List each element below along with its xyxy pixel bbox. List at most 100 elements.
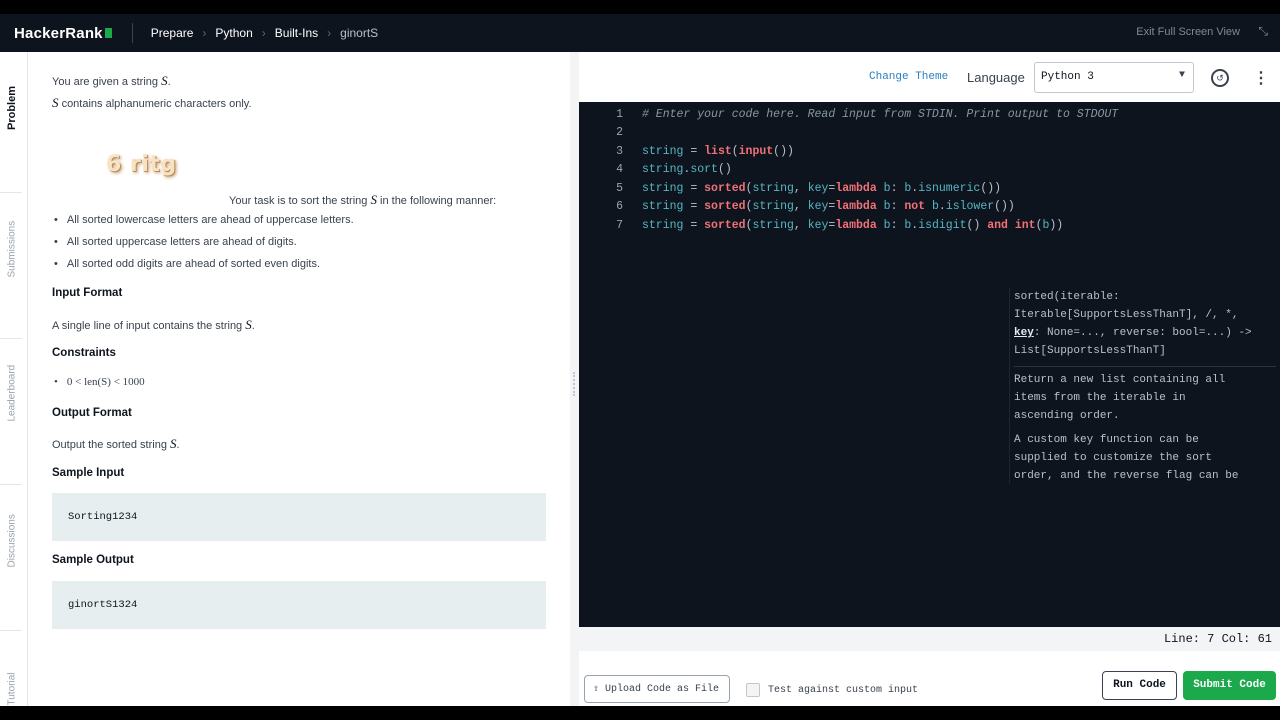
breadcrumb-python[interactable]: Python (215, 26, 252, 40)
intro-line-2: S contains alphanumeric characters only. (52, 95, 252, 111)
language-label: Language (967, 70, 1025, 85)
run-code-button[interactable]: Run Code (1102, 671, 1177, 700)
tooltip-signature-rest: : None=..., reverse: bool=...) -> (1033, 327, 1252, 339)
tooltip-doc-line: items from the iterable in (1014, 392, 1186, 404)
logo[interactable]: HackerRank (14, 25, 112, 42)
breadcrumb-builtins[interactable]: Built-Ins (275, 26, 318, 40)
code-line: 7 string = sorted(string, key=lambda b: b… (579, 219, 1280, 237)
chevron-right-icon: › (261, 26, 266, 40)
custom-input-label[interactable]: Test against custom input (768, 685, 918, 696)
line-number: 6 (616, 200, 623, 213)
editor-toolbar: Change Theme Language Python 3 ▼ ↺ ⋮ (579, 52, 1280, 102)
line-number: 2 (616, 126, 623, 139)
tooltip-doc-line: A custom key function can be (1014, 434, 1199, 446)
drag-handle-icon[interactable] (573, 372, 575, 396)
line-number: 1 (616, 108, 623, 121)
pane-splitter[interactable] (570, 52, 579, 720)
exit-full-screen-link[interactable]: Exit Full Screen View (1136, 26, 1240, 38)
tooltip-signature-line: key: None=..., reverse: bool=...) -> (1014, 324, 1276, 342)
intro-text: contains alphanumeric characters only. (61, 98, 252, 110)
chevron-down-icon: ▼ (1178, 70, 1185, 81)
intro-text: You are given a string (52, 76, 158, 88)
tooltip-signature-line: List[SupportsLessThanT] (1014, 345, 1166, 357)
code-text: string = sorted(string, key=lambda b: b.… (642, 219, 1064, 232)
top-bar-black (0, 0, 1280, 14)
sample-output-heading: Sample Output (52, 554, 134, 566)
tab-submissions[interactable]: Submissions (7, 221, 18, 278)
more-options-icon[interactable]: ⋮ (1253, 68, 1269, 88)
rule-item: All sorted lowercase letters are ahead o… (54, 214, 354, 226)
input-format-text: A single line of input contains the stri… (52, 317, 255, 332)
output-format-desc: Output the sorted string (52, 439, 167, 451)
logo-mark (104, 28, 112, 38)
change-theme-button[interactable]: Change Theme (869, 71, 948, 83)
breadcrumb-current: ginortS (340, 26, 379, 40)
code-editor[interactable]: 1 # Enter your code here. Read input from… (579, 102, 1280, 677)
submit-code-button[interactable]: Submit Code (1183, 671, 1276, 700)
bottom-bar-black (0, 706, 1280, 720)
input-format-desc: A single line of input contains the stri… (52, 320, 243, 332)
tab-leaderboard[interactable]: Leaderboard (7, 365, 18, 422)
task-text: Your task is to sort the string (229, 195, 368, 207)
upload-code-button[interactable]: ⇧ Upload Code as File (584, 675, 730, 703)
rule-item: All sorted odd digits are ahead of sorte… (54, 258, 320, 270)
left-rail: Problem Submissions Leaderboard Discussi… (0, 52, 28, 720)
header-divider (131, 23, 133, 43)
math-var: S (161, 73, 168, 88)
math-var: S (370, 192, 377, 207)
tab-discussions[interactable]: Discussions (7, 514, 18, 567)
rail-divider (0, 484, 22, 485)
signature-tooltip: sorted(iterable: Iterable[SupportsLessTh… (1009, 288, 1280, 484)
code-line: 1 # Enter your code here. Read input from… (579, 108, 1280, 126)
rail-divider (0, 192, 22, 193)
line-number: 7 (616, 219, 623, 232)
code-line: 5 string = sorted(string, key=lambda b: b… (579, 182, 1280, 200)
breadcrumb-prepare[interactable]: Prepare (151, 26, 194, 40)
problem-image: 6 ritg (106, 152, 177, 177)
tooltip-doc-line: supplied to customize the sort (1014, 452, 1213, 464)
tooltip-doc-line: ascending order. (1014, 410, 1120, 422)
language-value: Python 3 (1041, 71, 1094, 83)
cursor-position: Line: 7 Col: 61 (1163, 632, 1272, 646)
rail-divider (0, 630, 22, 631)
tooltip-divider (1014, 366, 1276, 367)
rule-item: All sorted uppercase letters are ahead o… (54, 236, 297, 248)
sample-input-heading: Sample Input (52, 467, 125, 479)
problem-statement: You are given a string S. S contains alp… (28, 52, 570, 720)
output-format-text: Output the sorted string S. (52, 436, 180, 451)
math-var: S (170, 436, 177, 451)
math-var: S (245, 317, 252, 332)
language-select[interactable]: Python 3 ▼ (1034, 62, 1194, 93)
code-line: 6 string = sorted(string, key=lambda b: n… (579, 200, 1280, 218)
upload-icon: ⇧ (593, 684, 600, 695)
input-format-heading: Input Format (52, 287, 123, 299)
code-text: string = sorted(string, key=lambda b: no… (642, 200, 1015, 213)
code-comment: # Enter your code here. Read input from … (642, 108, 1119, 121)
line-number: 4 (616, 163, 623, 176)
chevron-right-icon: › (327, 26, 332, 40)
sample-output-box: ginortS1324 (52, 581, 546, 629)
tooltip-doc-line: Return a new list containing all (1014, 374, 1226, 386)
tooltip-signature-line: Iterable[SupportsLessThanT], /, *, (1014, 309, 1239, 321)
line-number: 3 (616, 145, 623, 158)
code-text: string = sorted(string, key=lambda b: b.… (642, 182, 1002, 195)
tooltip-signature-line: sorted(iterable: (1014, 291, 1120, 303)
custom-input-checkbox[interactable] (746, 683, 760, 697)
sample-input-box: Sorting1234 (52, 493, 546, 541)
chevron-right-icon: › (202, 26, 207, 40)
task-line: Your task is to sort the string S in the… (229, 192, 496, 208)
code-text: string = list(input()) (642, 145, 794, 158)
collapse-icon[interactable]: ⤡ (1258, 24, 1268, 39)
constraint-item: 0 < len(S) < 1000 (54, 376, 145, 388)
logo-text: HackerRank (14, 24, 103, 42)
editor-panel: Change Theme Language Python 3 ▼ ↺ ⋮ 1 # E… (579, 52, 1280, 720)
history-icon[interactable]: ↺ (1211, 69, 1229, 87)
tab-tutorial[interactable]: Tutorial (7, 673, 18, 706)
breadcrumb: Prepare › Python › Built-Ins › ginortS (151, 26, 378, 40)
output-format-heading: Output Format (52, 407, 132, 419)
editor-status-bar: Line: 7 Col: 61 (579, 627, 1280, 651)
code-line: 4 string.sort() (579, 163, 1280, 181)
tab-problem[interactable]: Problem (6, 86, 18, 130)
upload-label: Upload Code as File (605, 684, 720, 695)
line-number: 5 (616, 182, 623, 195)
